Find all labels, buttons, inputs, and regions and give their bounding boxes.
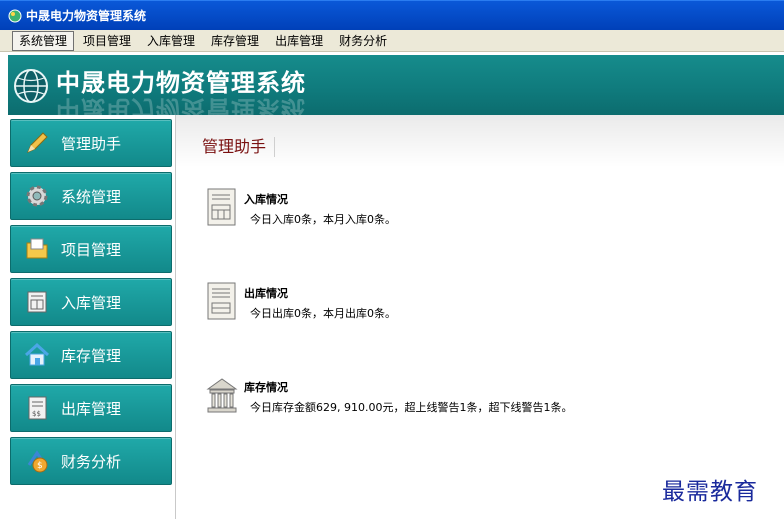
banner-logo-reflection: 中晟电力物资管理系统 (56, 95, 306, 115)
money-icon: $ (23, 447, 51, 475)
house-icon (23, 341, 51, 369)
sidebar-item-project[interactable]: 项目管理 (10, 225, 172, 273)
menu-item-system[interactable]: 系统管理 (12, 30, 75, 51)
menu-item-inventory[interactable]: 库存管理 (204, 31, 266, 51)
sidebar-item-label: 系统管理 (61, 187, 122, 206)
sidebar-item-stock-out[interactable]: $$ 出库管理 (10, 384, 172, 432)
inventory-summary: 库存情况 今日库存金额629, 910.00元，超上线警告1条，超下线警告1条。 (206, 375, 572, 417)
sidebar-item-label: 项目管理 (61, 240, 122, 259)
sidebar-item-label: 财务分析 (61, 452, 122, 471)
page-title: 管理助手 (202, 137, 276, 157)
sidebar-item-inventory[interactable]: 库存管理 (10, 331, 172, 379)
globe-logo-icon (12, 67, 50, 108)
stock-out-summary: 出库情况 今日出库0条，本月出库0条。 (206, 281, 396, 323)
sidebar-item-assistant[interactable]: 管理助手 (10, 119, 172, 167)
banner-logo-text: 中晟电力物资管理系统 (56, 69, 306, 97)
svg-text:$: $ (37, 461, 43, 471)
sidebar-item-label: 库存管理 (61, 346, 122, 365)
menu-item-finance[interactable]: 财务分析 (332, 31, 394, 51)
sidebar-item-label: 入库管理 (61, 293, 122, 312)
sidebar: 管理助手 系统管理 项目管理 入库管理 库存管理 $$ 出库管理 $ 财务分析 (8, 115, 176, 519)
summary-title: 出库情况 (244, 287, 288, 300)
document-icon (206, 187, 238, 229)
sidebar-item-stock-in[interactable]: 入库管理 (10, 278, 172, 326)
sidebar-item-label: 出库管理 (61, 399, 122, 418)
summary-text: 今日出库0条，本月出库0条。 (250, 307, 396, 320)
stock-in-icon (23, 288, 51, 316)
summary-title: 库存情况 (244, 381, 288, 394)
sidebar-item-system[interactable]: 系统管理 (10, 172, 172, 220)
svg-text:$$: $$ (32, 410, 41, 418)
app-banner: 中晟电力物资管理系统 中晟电力物资管理系统 (8, 55, 784, 115)
sidebar-item-finance[interactable]: $ 财务分析 (10, 437, 172, 485)
stock-in-summary: 入库情况 今日入库0条，本月入库0条。 (206, 187, 396, 229)
stock-out-icon: $$ (23, 394, 51, 422)
folder-icon (23, 235, 51, 263)
bank-icon (206, 375, 238, 417)
menu-item-stock-out[interactable]: 出库管理 (268, 31, 330, 51)
pencil-icon (23, 129, 51, 157)
menu-item-project[interactable]: 项目管理 (76, 31, 138, 51)
gear-icon (23, 182, 51, 210)
document-icon (206, 281, 238, 323)
menu-bar: 系统管理 项目管理 入库管理 库存管理 出库管理 财务分析 (0, 30, 784, 52)
window-titlebar: 中晟电力物资管理系统 (0, 0, 784, 30)
main-header: 管理助手 (176, 115, 784, 167)
summary-text: 今日入库0条，本月入库0条。 (250, 213, 396, 226)
main-panel: 管理助手 入库情况 今日入库0条，本月入库0条。 出库情况 今日出库0条，本月出… (176, 115, 784, 519)
watermark-text: 最需教育 (662, 479, 758, 505)
summary-text: 今日库存金额629, 910.00元，超上线警告1条，超下线警告1条。 (250, 401, 573, 414)
sidebar-item-label: 管理助手 (61, 134, 122, 153)
app-icon (8, 9, 22, 23)
window-title: 中晟电力物资管理系统 (26, 9, 147, 23)
summary-title: 入库情况 (244, 193, 288, 206)
menu-item-stock-in[interactable]: 入库管理 (140, 31, 202, 51)
